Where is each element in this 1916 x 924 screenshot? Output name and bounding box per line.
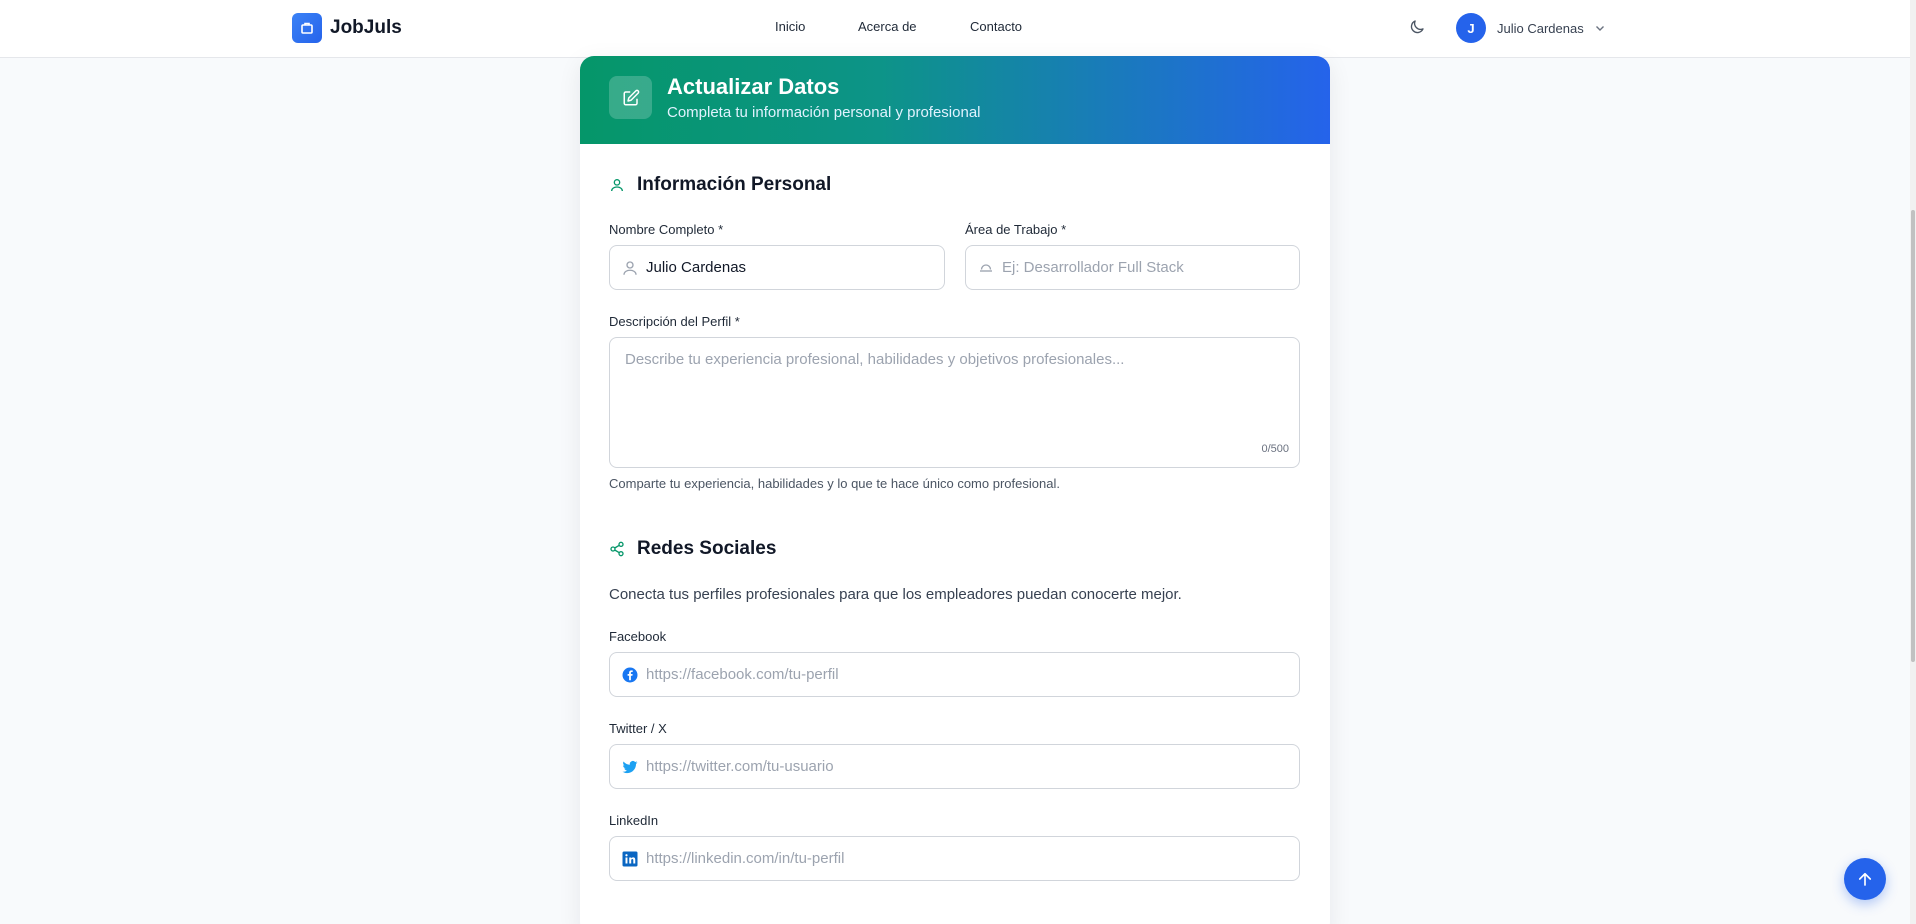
name-label: Nombre Completo * <box>609 222 724 237</box>
description-hint: Comparte tu experiencia, habilidades y l… <box>609 476 1060 491</box>
twitter-placeholder: https://twitter.com/tu-usuario <box>646 758 834 775</box>
name-value: Julio Cardenas <box>646 259 747 276</box>
navbar: JobJuls Inicio Acerca de Contacto J Juli… <box>0 0 1910 58</box>
share-icon <box>610 541 624 557</box>
user-icon <box>611 179 623 192</box>
briefcase-logo-icon <box>292 13 322 43</box>
nav-inicio[interactable]: Inicio <box>775 19 805 34</box>
page-subtitle: Completa tu información personal y profe… <box>667 104 981 121</box>
nav-contacto[interactable]: Contacto <box>970 19 1022 34</box>
facebook-placeholder: https://facebook.com/tu-perfil <box>646 666 839 683</box>
facebook-field[interactable]: https://facebook.com/tu-perfil <box>609 652 1300 697</box>
description-placeholder: Describe tu experiencia profesional, hab… <box>625 351 1125 368</box>
facebook-label: Facebook <box>609 629 667 644</box>
edit-icon <box>609 76 652 119</box>
user-name: Julio Cardenas <box>1497 20 1584 36</box>
page-title: Actualizar Datos <box>667 74 840 99</box>
social-section-heading: Redes Sociales <box>609 538 776 560</box>
area-placeholder: Ej: Desarrollador Full Stack <box>1002 259 1184 276</box>
arrow-up-icon <box>1858 872 1872 886</box>
brand-name: JobJuls <box>330 17 402 38</box>
linkedin-placeholder: https://linkedin.com/in/tu-perfil <box>646 850 845 867</box>
chevron-down-icon <box>1595 26 1604 31</box>
user-menu[interactable]: J Julio Cardenas <box>1456 13 1606 43</box>
area-field[interactable]: Ej: Desarrollador Full Stack <box>965 245 1300 290</box>
brand-link[interactable]: JobJuls <box>292 13 402 43</box>
avatar: J <box>1456 13 1486 43</box>
personal-section-title: Información Personal <box>637 174 832 195</box>
description-label: Descripción del Perfil * <box>609 314 740 329</box>
personal-section-heading: Información Personal <box>609 174 831 196</box>
social-intro: Conecta tus perfiles profesionales para … <box>609 586 1182 603</box>
briefcase-icon <box>980 264 992 272</box>
twitter-field[interactable]: https://twitter.com/tu-usuario <box>609 744 1300 789</box>
scrollbar-thumb[interactable] <box>1911 210 1915 662</box>
user-icon <box>623 261 637 275</box>
twitter-label: Twitter / X <box>609 721 667 736</box>
name-field[interactable]: Julio Cardenas <box>609 245 945 290</box>
description-textarea[interactable]: Describe tu experiencia profesional, hab… <box>609 337 1300 468</box>
linkedin-icon <box>622 851 638 867</box>
scroll-to-top-button[interactable] <box>1844 858 1886 900</box>
page-scrollbar[interactable] <box>1910 0 1916 924</box>
moon-icon[interactable] <box>1408 18 1428 38</box>
card-header: Actualizar Datos Completa tu información… <box>580 56 1330 144</box>
facebook-icon <box>622 667 638 683</box>
linkedin-label: LinkedIn <box>609 813 659 828</box>
update-profile-card: Actualizar Datos Completa tu información… <box>580 56 1330 924</box>
character-counter: 0/500 <box>1261 443 1289 455</box>
social-section-title: Redes Sociales <box>637 538 777 559</box>
linkedin-field[interactable]: https://linkedin.com/in/tu-perfil <box>609 836 1300 881</box>
twitter-icon <box>622 760 638 774</box>
area-label: Área de Trabajo * <box>965 222 1067 237</box>
nav-acerca-de[interactable]: Acerca de <box>858 19 917 34</box>
